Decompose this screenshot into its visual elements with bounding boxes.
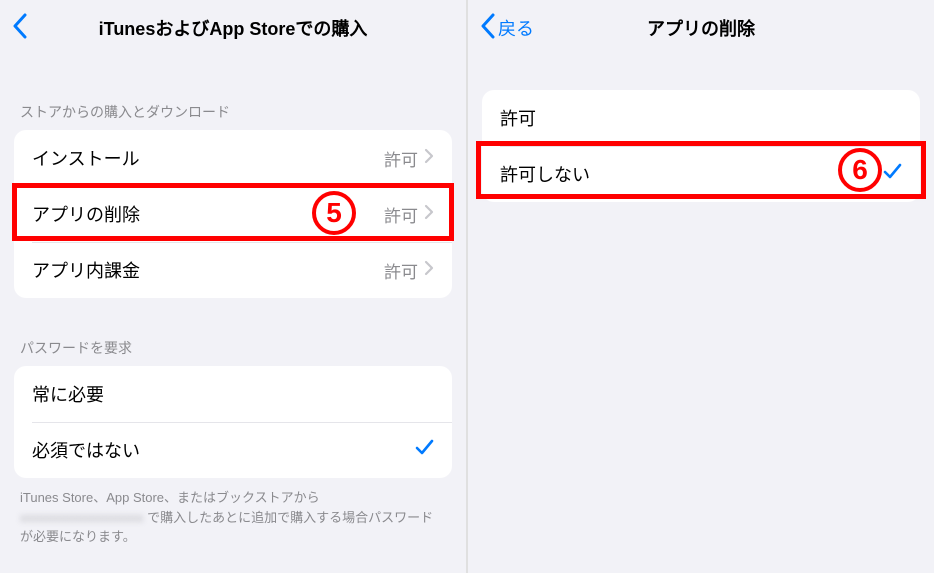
row-value: 許可 <box>384 202 418 227</box>
row-always-require[interactable]: 常に必要 <box>14 366 452 422</box>
list-password: 常に必要 必須ではない <box>14 366 452 478</box>
row-label: 許可 <box>500 105 902 131</box>
footer-part1: iTunes Store、App Store、またはブックストアから <box>20 490 320 505</box>
list-store: インストール 許可 アプリの削除 許可 アプリ内課金 許可 5 <box>14 130 452 298</box>
row-label: アプリ内課金 <box>32 257 384 283</box>
back-chevron-icon[interactable] <box>480 13 496 44</box>
row-delete-apps[interactable]: アプリの削除 許可 <box>14 186 452 242</box>
chevron-right-icon <box>424 259 434 282</box>
row-dont-allow[interactable]: 許可しない <box>482 146 920 202</box>
header-right: 戻る アプリの削除 <box>468 0 934 56</box>
row-in-app-purchase[interactable]: アプリ内課金 許可 <box>14 242 452 298</box>
chevron-right-icon <box>424 203 434 226</box>
row-allow[interactable]: 許可 <box>482 90 920 146</box>
section-header-store: ストアからの購入とダウンロード <box>0 102 466 130</box>
checkmark-icon <box>882 161 902 187</box>
checkmark-icon <box>414 437 434 463</box>
row-label: インストール <box>32 145 384 171</box>
page-title: iTunesおよびApp Storeでの購入 <box>0 15 466 41</box>
row-label: 許可しない <box>500 161 882 187</box>
footer-blurred: xxxxxxxxxxxxxxxxxxx <box>20 510 144 525</box>
list-allow: 許可 許可しない 6 <box>482 90 920 202</box>
row-install[interactable]: インストール 許可 <box>14 130 452 186</box>
back-chevron-icon[interactable] <box>12 13 28 44</box>
row-label: 常に必要 <box>32 381 434 407</box>
right-pane: 戻る アプリの削除 許可 許可しない 6 <box>468 0 934 573</box>
section-header-password: パスワードを要求 <box>0 338 466 366</box>
chevron-right-icon <box>424 147 434 170</box>
row-label: アプリの削除 <box>32 201 384 227</box>
row-label: 必須ではない <box>32 437 414 463</box>
row-not-required[interactable]: 必須ではない <box>14 422 452 478</box>
row-value: 許可 <box>384 258 418 283</box>
header-left: iTunesおよびApp Storeでの購入 <box>0 0 466 56</box>
row-value: 許可 <box>384 146 418 171</box>
page-title: アプリの削除 <box>468 15 934 41</box>
left-pane: iTunesおよびApp Storeでの購入 ストアからの購入とダウンロード イ… <box>0 0 468 573</box>
back-label[interactable]: 戻る <box>498 15 534 41</box>
footer-text: iTunes Store、App Store、またはブックストアから xxxxx… <box>0 478 466 547</box>
